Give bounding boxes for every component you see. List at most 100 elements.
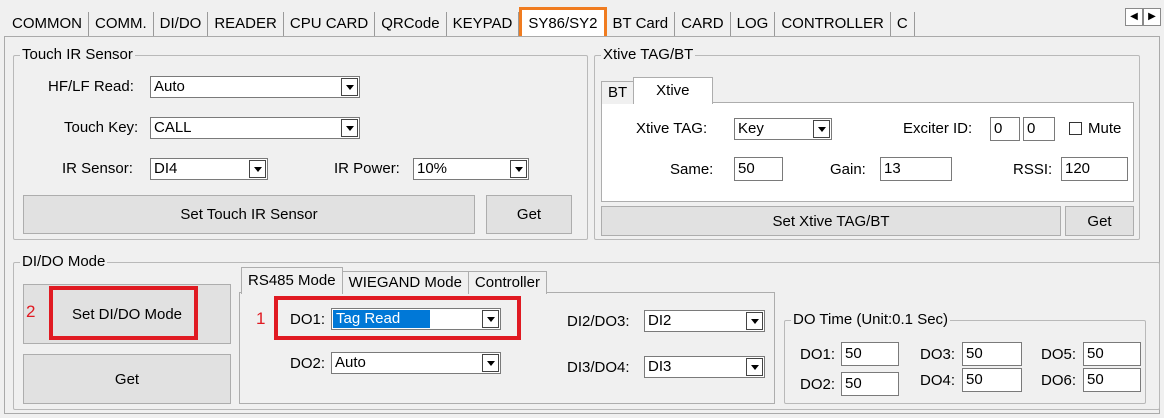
tab-controller[interactable]: Controller — [467, 271, 547, 294]
ir-sensor-label: IR Sensor: — [62, 160, 133, 177]
chevron-down-icon[interactable] — [746, 312, 763, 330]
annotation-number-2: 2 — [26, 302, 36, 321]
tab-comm[interactable]: COMM. — [89, 12, 154, 36]
rs485-tab-panel — [239, 292, 775, 404]
tab-common[interactable]: COMMON — [6, 12, 89, 36]
select-value: DI3 — [648, 358, 672, 375]
gain-label: Gain: — [830, 161, 866, 178]
do1-select[interactable]: Tag Read — [331, 308, 501, 330]
group-title: Xtive TAG/BT — [601, 46, 696, 64]
tab-bt-card[interactable]: BT Card — [607, 12, 676, 36]
xtive-tag-label: Xtive TAG: — [636, 120, 708, 137]
gain-field[interactable]: 13 — [880, 157, 952, 181]
tab-sy86-sy2[interactable]: SY86/SY2 — [519, 7, 607, 36]
chevron-down-icon[interactable] — [249, 160, 266, 178]
field-value: 13 — [884, 160, 901, 177]
do2-label: DO2: — [290, 355, 326, 372]
get-touch-ir-button[interactable]: Get — [486, 195, 572, 234]
tab-wiegand-mode[interactable]: WIEGAND Mode — [341, 271, 469, 294]
dido-subtabs: RS485 Mode WIEGAND Mode Controller — [241, 267, 547, 294]
field-value: 0 — [994, 120, 1003, 137]
do-time-do6-field[interactable]: 50 — [1083, 368, 1141, 392]
di2-do3-select[interactable]: DI2 — [644, 310, 765, 332]
hf-lf-read-label: HF/LF Read: — [48, 78, 134, 95]
tab-di-do[interactable]: DI/DO — [154, 12, 209, 36]
touch-key-label: Touch Key: — [64, 119, 139, 136]
xtive-tag-select[interactable]: Key — [734, 118, 832, 140]
main-tab-strip: COMMON COMM. DI/DO READER CPU CARD QRCode KEYP… — [0, 0, 1164, 36]
get-dido-button[interactable]: Get — [23, 354, 231, 404]
select-value: Key — [738, 120, 764, 137]
exciter-id-field-1[interactable]: 0 — [990, 117, 1020, 141]
select-value: DI2 — [648, 312, 672, 329]
do-time-do3-field[interactable]: 50 — [962, 342, 1022, 366]
select-value: 10% — [417, 160, 448, 177]
mute-label: Mute — [1088, 120, 1122, 137]
same-field[interactable]: 50 — [734, 157, 783, 181]
field-value: 0 — [1027, 120, 1036, 137]
do-time-do1-field[interactable]: 50 — [841, 342, 899, 366]
chevron-down-icon[interactable] — [510, 160, 527, 178]
do1-label: DO1: — [290, 311, 326, 328]
tab-reader[interactable]: READER — [208, 12, 284, 36]
chevron-down-icon[interactable] — [482, 354, 499, 372]
tab-rs485-mode[interactable]: RS485 Mode — [241, 267, 343, 294]
field-value: 50 — [845, 375, 862, 392]
select-value: DI4 — [154, 160, 178, 177]
tab-xtive[interactable]: Xtive — [633, 77, 713, 104]
arrow-left-icon: ◀ — [1130, 11, 1138, 22]
exciter-id-field-2[interactable]: 0 — [1023, 117, 1055, 141]
do-time-do2-label: DO2: — [800, 376, 836, 393]
ir-sensor-select[interactable]: DI4 — [150, 158, 268, 180]
do-time-do6-label: DO6: — [1041, 372, 1077, 389]
chevron-down-icon[interactable] — [813, 120, 830, 138]
field-value: 50 — [1087, 371, 1104, 388]
touch-key-select[interactable]: CALL — [150, 117, 360, 139]
tab-log[interactable]: LOG — [731, 12, 776, 36]
set-xtive-tag-bt-button[interactable]: Set Xtive TAG/BT — [601, 206, 1061, 236]
field-value: 50 — [966, 345, 983, 362]
tab-scroll-right-button[interactable]: ▶ — [1143, 8, 1161, 26]
di2-do3-label: DI2/DO3: — [567, 313, 630, 330]
do2-select[interactable]: Auto — [331, 352, 501, 374]
chevron-down-icon[interactable] — [341, 119, 358, 137]
mute-checkbox[interactable] — [1069, 122, 1082, 135]
do-time-do4-label: DO4: — [920, 372, 956, 389]
chevron-down-icon[interactable] — [482, 310, 499, 328]
select-value: CALL — [154, 119, 192, 136]
rssi-label: RSSI: — [1013, 161, 1053, 178]
do-time-do1-label: DO1: — [800, 346, 836, 363]
di3-do4-select[interactable]: DI3 — [644, 356, 765, 378]
same-label: Same: — [670, 161, 714, 178]
tab-cpu-card[interactable]: CPU CARD — [284, 12, 376, 36]
do-time-do2-field[interactable]: 50 — [841, 372, 899, 396]
do-time-do5-label: DO5: — [1041, 346, 1077, 363]
get-xtive-button[interactable]: Get — [1065, 206, 1134, 236]
chevron-down-icon[interactable] — [746, 358, 763, 376]
group-title: DI/DO Mode — [20, 253, 108, 271]
set-dido-mode-button[interactable]: Set DI/DO Mode — [23, 284, 231, 344]
select-value: Auto — [335, 354, 366, 371]
hf-lf-read-select[interactable]: Auto — [150, 76, 360, 98]
ir-power-label: IR Power: — [334, 160, 400, 177]
do-time-do4-field[interactable]: 50 — [962, 368, 1022, 392]
tab-scroll-left-button[interactable]: ◀ — [1125, 8, 1143, 26]
tab-card[interactable]: CARD — [675, 12, 731, 36]
field-value: 50 — [1087, 345, 1104, 362]
rssi-field[interactable]: 120 — [1061, 157, 1128, 181]
xtive-subtabs: BT Xtive — [601, 77, 713, 104]
chevron-down-icon[interactable] — [341, 78, 358, 96]
set-touch-ir-sensor-button[interactable]: Set Touch IR Sensor — [23, 195, 475, 234]
arrow-right-icon: ▶ — [1148, 11, 1156, 22]
di3-do4-label: DI3/DO4: — [567, 359, 630, 376]
ir-power-select[interactable]: 10% — [413, 158, 529, 180]
tab-qrcode[interactable]: QRCode — [375, 12, 447, 36]
tab-c[interactable]: C — [891, 12, 915, 36]
field-value: 50 — [966, 371, 983, 388]
tab-bt[interactable]: BT — [601, 81, 635, 104]
tab-keypad[interactable]: KEYPAD — [447, 12, 520, 36]
tab-controller[interactable]: CONTROLLER — [775, 12, 891, 36]
group-title: DO Time (Unit:0.1 Sec) — [791, 311, 951, 329]
tab-row: COMMON COMM. DI/DO READER CPU CARD QRCode KEYP… — [6, 7, 915, 36]
do-time-do5-field[interactable]: 50 — [1083, 342, 1141, 366]
